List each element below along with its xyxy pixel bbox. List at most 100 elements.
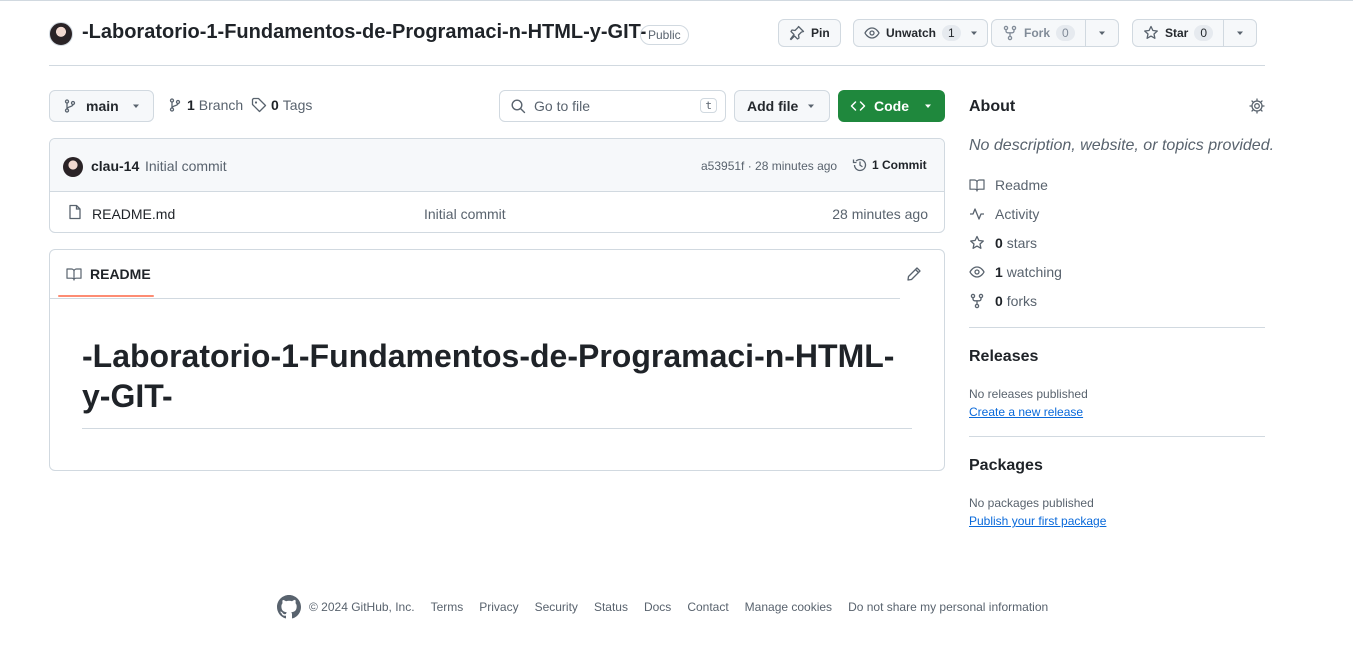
fork-label: Fork xyxy=(1024,26,1051,40)
code-icon xyxy=(850,101,866,111)
forks-label: forks xyxy=(1006,293,1038,309)
readme-tab[interactable]: README xyxy=(58,250,159,298)
file-row[interactable]: README.md Initial commit 28 minutes ago xyxy=(50,192,944,232)
commit-hash-time[interactable]: a53951f · 28 minutes ago xyxy=(701,159,837,173)
github-logo-icon[interactable] xyxy=(277,595,301,619)
watching-count: 1 xyxy=(995,264,1003,280)
stars-label: stars xyxy=(1006,235,1038,251)
fork-count: 0 xyxy=(1056,25,1075,41)
readme-panel: README -Laboratorio-1-Fundamentos-de-Pro… xyxy=(49,249,945,471)
unwatch-dropdown[interactable] xyxy=(967,20,987,46)
about-readme-link[interactable]: Readme xyxy=(969,177,1048,193)
caret-down-icon xyxy=(1237,31,1244,35)
latest-commit-row: clau-14 Initial commit a53951f · 28 minu… xyxy=(50,139,944,192)
pencil-icon[interactable] xyxy=(906,266,922,282)
pin-label: Pin xyxy=(811,26,830,40)
caret-down-icon xyxy=(808,104,815,108)
file-name[interactable]: README.md xyxy=(92,206,175,222)
unwatch-label: Unwatch xyxy=(886,26,937,40)
star-icon xyxy=(1144,25,1158,39)
visibility-badge: Public xyxy=(640,25,689,45)
about-description: No description, website, or topics provi… xyxy=(969,137,1275,154)
footer-copyright: © 2024 GitHub, Inc. xyxy=(309,600,415,614)
code-button[interactable]: Code xyxy=(838,90,945,122)
about-stars-link[interactable]: 0 stars xyxy=(969,235,1037,251)
publish-package-link[interactable]: Publish your first package xyxy=(969,514,1106,528)
star-icon xyxy=(970,235,984,249)
fork-icon xyxy=(970,293,984,309)
watch-count: 1 xyxy=(942,25,961,41)
pin-icon xyxy=(789,25,805,41)
owner-avatar[interactable] xyxy=(49,22,73,46)
tags-label: Tags xyxy=(282,97,313,113)
footer: © 2024 GitHub, Inc. Terms Privacy Securi… xyxy=(277,595,1048,619)
footer-link-privacy[interactable]: Privacy xyxy=(479,600,518,614)
releases-empty: No releases published xyxy=(969,387,1088,401)
tags-count: 0 xyxy=(271,97,279,113)
commits-link[interactable]: 1 Commit xyxy=(852,157,927,173)
packages-title[interactable]: Packages xyxy=(969,457,1043,475)
search-placeholder: Go to file xyxy=(534,98,591,114)
star-button[interactable]: Star 0 xyxy=(1132,19,1258,47)
top-border xyxy=(0,0,1353,3)
unwatch-button[interactable]: Unwatch 1 xyxy=(853,19,988,47)
code-label: Code xyxy=(874,98,909,114)
caret-down-icon xyxy=(970,31,977,35)
about-activity-link[interactable]: Activity xyxy=(969,206,1039,222)
repo-header: -Laboratorio-1-Fundamentos-de-Programaci… xyxy=(49,18,1265,50)
sidebar-divider xyxy=(969,327,1265,328)
history-icon xyxy=(852,158,867,172)
pin-button[interactable]: Pin xyxy=(778,19,841,47)
create-release-link[interactable]: Create a new release xyxy=(969,405,1083,419)
branches-count: 1 xyxy=(187,97,195,113)
footer-link-do-not-share[interactable]: Do not share my personal information xyxy=(848,600,1048,614)
packages-empty: No packages published xyxy=(969,496,1094,510)
about-readme-label: Readme xyxy=(995,177,1048,193)
commit-message[interactable]: Initial commit xyxy=(145,158,227,174)
book-icon xyxy=(66,268,82,281)
gear-icon[interactable] xyxy=(1249,98,1265,114)
footer-link-docs[interactable]: Docs xyxy=(644,600,671,614)
readme-heading: -Laboratorio-1-Fundamentos-de-Programaci… xyxy=(82,336,912,429)
caret-down-icon xyxy=(1098,31,1105,35)
add-file-button[interactable]: Add file xyxy=(734,90,830,122)
add-file-label: Add file xyxy=(747,98,799,114)
file-commit-message[interactable]: Initial commit xyxy=(424,206,506,222)
footer-link-status[interactable]: Status xyxy=(594,600,628,614)
commits-count: 1 Commit xyxy=(872,158,927,172)
branches-link[interactable]: 1 Branch xyxy=(167,97,243,113)
repo-title[interactable]: -Laboratorio-1-Fundamentos-de-Programaci… xyxy=(82,21,646,44)
eye-icon xyxy=(969,266,985,278)
commit-author-avatar[interactable] xyxy=(63,157,83,177)
file-time: 28 minutes ago xyxy=(832,206,928,222)
branch-selector[interactable]: main xyxy=(49,90,154,122)
tags-link[interactable]: 0 Tags xyxy=(251,97,312,113)
eye-icon xyxy=(864,27,880,39)
readme-tab-underline xyxy=(58,295,154,297)
readme-divider xyxy=(50,298,900,299)
tag-icon xyxy=(251,97,267,113)
readme-tab-label: README xyxy=(90,266,151,282)
commit-author[interactable]: clau-14 xyxy=(91,158,139,174)
footer-link-security[interactable]: Security xyxy=(535,600,578,614)
book-icon xyxy=(969,179,985,192)
search-shortcut-key: t xyxy=(700,98,717,113)
file-icon xyxy=(69,204,81,220)
sidebar-divider xyxy=(969,436,1265,437)
branch-name: main xyxy=(86,98,119,114)
forks-count: 0 xyxy=(995,293,1003,309)
search-icon xyxy=(511,99,526,114)
fork-button[interactable]: Fork 0 xyxy=(991,19,1119,47)
star-dropdown[interactable] xyxy=(1223,20,1256,46)
about-forks-link[interactable]: 0 forks xyxy=(969,293,1037,309)
footer-link-terms[interactable]: Terms xyxy=(431,600,464,614)
go-to-file-search[interactable]: Go to file t xyxy=(499,90,726,122)
fork-icon xyxy=(1003,25,1017,41)
about-watching-link[interactable]: 1 watching xyxy=(969,264,1062,280)
stars-count: 0 xyxy=(995,235,1003,251)
releases-title[interactable]: Releases xyxy=(969,348,1038,366)
star-count: 0 xyxy=(1194,25,1214,41)
footer-link-contact[interactable]: Contact xyxy=(687,600,728,614)
fork-dropdown[interactable] xyxy=(1084,20,1118,46)
footer-link-manage-cookies[interactable]: Manage cookies xyxy=(745,600,832,614)
